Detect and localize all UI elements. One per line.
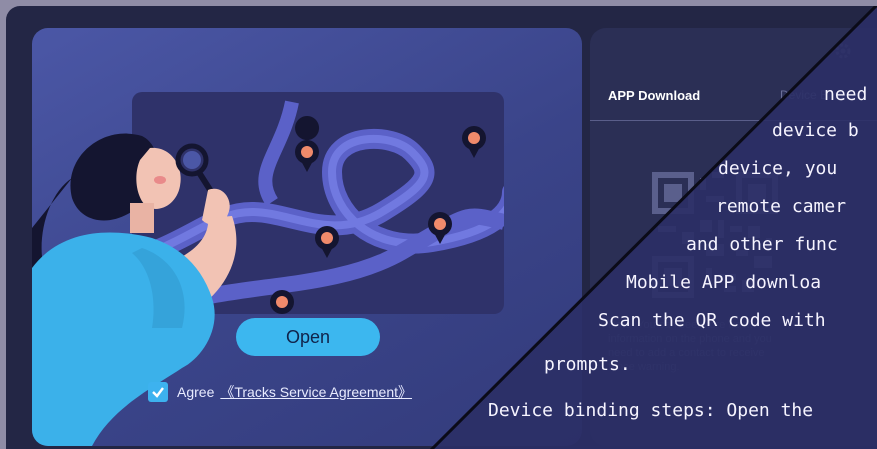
overlay-text-block: need device b device, you remote camer a… [6, 6, 877, 449]
overlay-line: Mobile APP downloa [626, 272, 822, 293]
overlay-line: and other func [686, 234, 838, 255]
overlay-line: Scan the QR code with [598, 310, 826, 331]
overlay-line: Device binding steps: Open the [488, 400, 814, 421]
overlay-line: prompts. [544, 354, 631, 375]
app-window: Open Agree 《Tracks Service Agreement》 AP… [6, 6, 877, 449]
overlay-line: device b [772, 120, 859, 141]
overlay-line: remote camer [716, 196, 847, 217]
overlay-line: device, you [718, 158, 838, 179]
overlay-line: need [824, 84, 868, 105]
